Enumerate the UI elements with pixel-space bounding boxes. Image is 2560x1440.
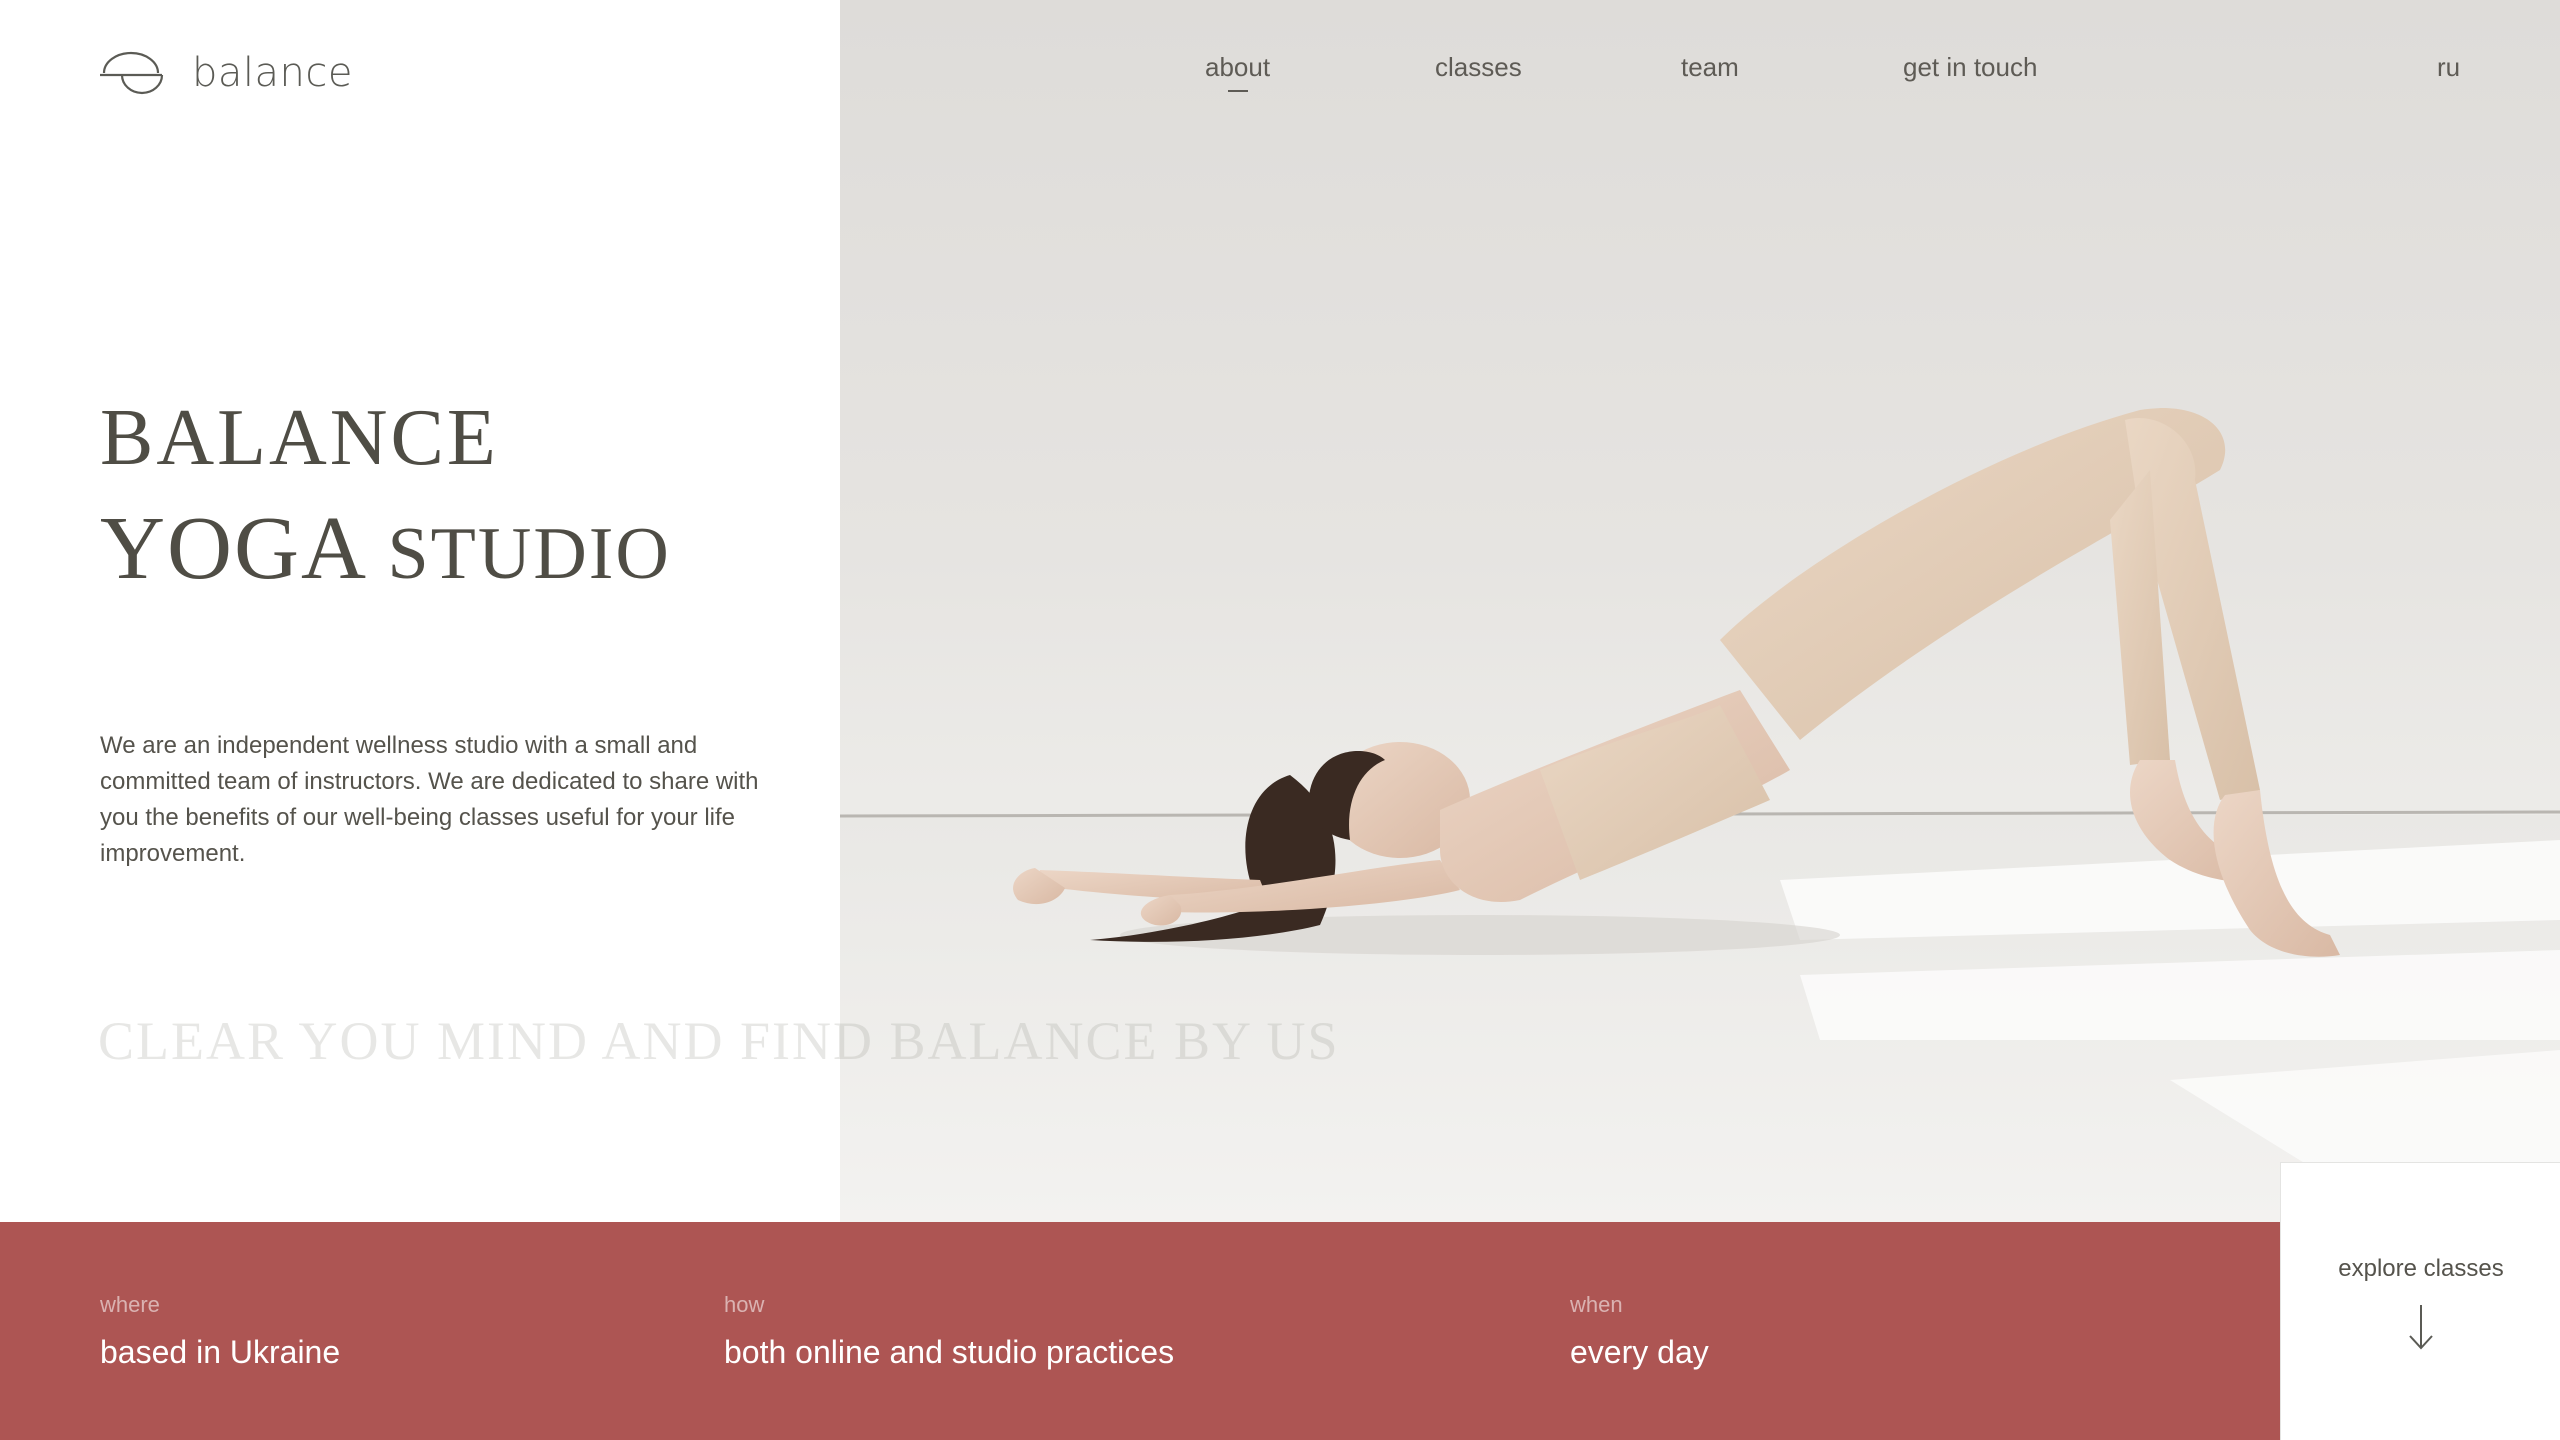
- hero-tagline: CLEAR YOU MIND AND FIND BALANCE BY US: [98, 1011, 1340, 1071]
- hero-title-line2: YOGA STUDIO: [100, 504, 671, 594]
- hero-description: We are an independent wellness studio wi…: [100, 732, 759, 867]
- info-value: both online and studio practices: [724, 1334, 1175, 1370]
- hero-title-yoga: YOGA: [100, 499, 364, 598]
- hero-title-studio: STUDIO: [387, 513, 671, 595]
- language-switch[interactable]: ru: [2437, 52, 2460, 83]
- info-label: how: [724, 1292, 765, 1317]
- explore-classes-button[interactable]: explore classes: [2280, 1162, 2560, 1440]
- nav-item-about[interactable]: about: [1205, 52, 1270, 83]
- info-bar: where based in Ukraine how both online a…: [0, 1222, 2280, 1440]
- info-label: where: [100, 1292, 160, 1317]
- info-when: when every day: [1570, 1292, 1709, 1371]
- info-label: when: [1570, 1292, 1623, 1317]
- explore-classes-label: explore classes: [2338, 1255, 2504, 1282]
- info-how: how both online and studio practices: [724, 1292, 1174, 1371]
- info-value: based in Ukraine: [100, 1334, 341, 1370]
- main-nav: about classes team get in touch ru: [0, 52, 2560, 112]
- arrow-down-icon: [2409, 1305, 2433, 1350]
- hero-title: BALANCE YOGA STUDIO: [100, 398, 671, 594]
- info-value: every day: [1570, 1334, 1709, 1370]
- nav-item-classes[interactable]: classes: [1435, 52, 1522, 83]
- info-where: where based in Ukraine: [100, 1292, 340, 1371]
- hero-title-line1: BALANCE: [100, 394, 499, 482]
- nav-item-team[interactable]: team: [1681, 52, 1739, 83]
- nav-item-get-in-touch[interactable]: get in touch: [1903, 52, 2037, 83]
